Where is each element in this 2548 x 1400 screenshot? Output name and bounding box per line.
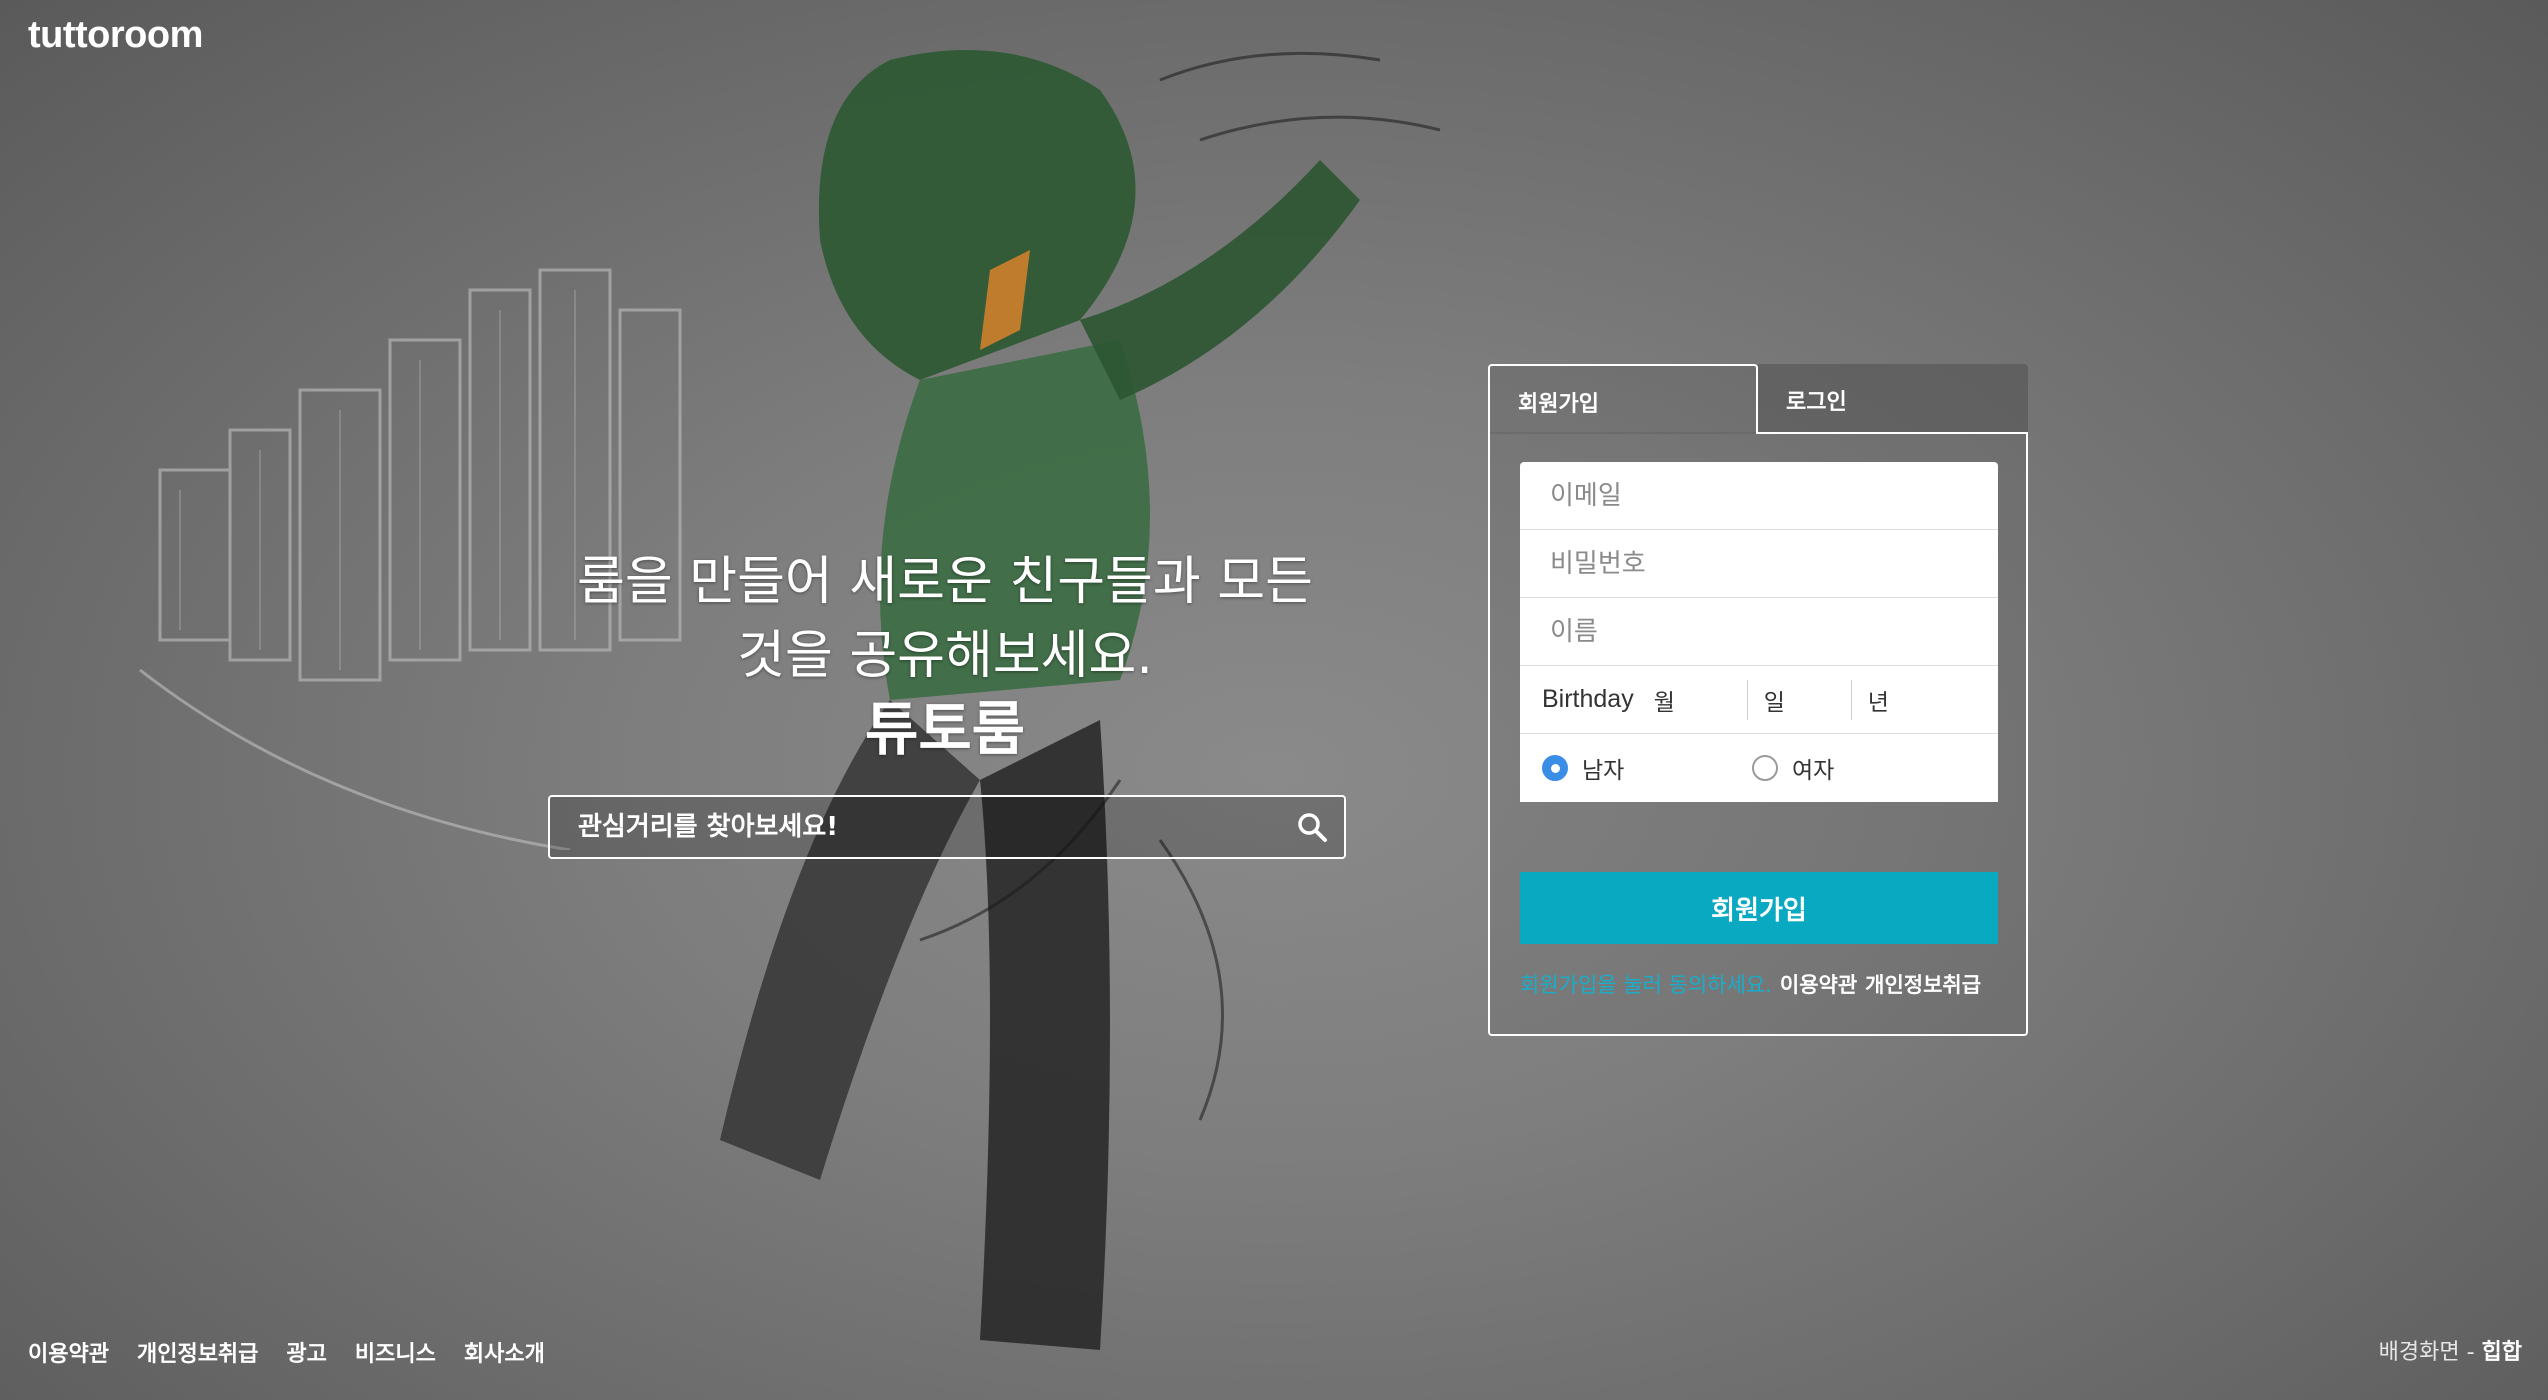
hero-headline-line-1: 룸을 만들어 새로운 친구들과 모든 (577, 552, 1313, 612)
password-field-row (1520, 530, 1998, 598)
name-field-row (1520, 598, 1998, 666)
tab-signup[interactable]: 회원가입 (1488, 364, 1758, 434)
hero-headline: 룸을 만들어 새로운 친구들과 모든 것을 공유해보세요. (540, 545, 1350, 693)
search-box (548, 795, 1346, 859)
email-field-row (1520, 462, 1998, 530)
tuttoroom-logo[interactable]: tuttoroom (28, 14, 203, 57)
birthday-month-label: 월 (1653, 689, 1675, 716)
hero-brand-name: 튜토룸 (864, 695, 1026, 763)
gender-female-label: 여자 (1792, 758, 1835, 784)
footer-links: 이용약관 개인정보취급 광고 비즈니스 회사소개 (28, 1336, 545, 1368)
terms-of-service-link[interactable]: 이용약관 (1780, 973, 1857, 997)
gender-male-radio[interactable] (1542, 755, 1568, 781)
page: tuttoroom 룸을 만들어 새로운 친구들과 모든 것을 공유해보세요. … (0, 0, 2548, 1400)
background-credit-value[interactable]: 힙합 (2482, 1340, 2522, 1365)
birthday-row: Birthday 월 일 년 (1520, 666, 1998, 734)
footer-link-business[interactable]: 비즈니스 (355, 1336, 436, 1368)
auth-tabs: 회원가입 로그인 (1488, 364, 2028, 434)
email-field[interactable] (1520, 462, 1998, 529)
terms-note: 회원가입을 눌러 동의하세요. (1520, 973, 1772, 997)
signup-submit-button[interactable]: 회원가입 (1520, 872, 1998, 944)
name-field[interactable] (1520, 598, 1998, 665)
birthday-month-select[interactable]: 월 (1634, 679, 1748, 720)
background-credit: 배경화면 - 힙합 (2379, 1334, 2522, 1366)
terms-notice: 회원가입을 눌러 동의하세요. 이용약관 개인정보취급 (1520, 968, 2000, 1002)
search-button[interactable] (1280, 797, 1344, 857)
birthday-year-label: 년 (1867, 689, 1889, 716)
hero-headline-line-2: 것을 공유해보세요. (737, 626, 1153, 686)
footer-link-about[interactable]: 회사소개 (464, 1336, 545, 1368)
signup-fields: Birthday 월 일 년 남자 (1520, 462, 1998, 802)
gender-female-option[interactable]: 여자 (1752, 751, 1834, 785)
privacy-policy-link[interactable]: 개인정보취급 (1865, 973, 1981, 997)
search-icon (1298, 813, 1327, 842)
password-field[interactable] (1520, 530, 1998, 597)
signup-form: Birthday 월 일 년 남자 (1488, 432, 2028, 1036)
gender-male-label: 남자 (1582, 758, 1625, 784)
footer-link-terms[interactable]: 이용약관 (28, 1336, 109, 1368)
auth-panel: 회원가입 로그인 Birthday 월 (1488, 364, 2028, 1036)
footer-link-ads[interactable]: 광고 (286, 1336, 326, 1368)
birthday-day-select[interactable]: 일 (1748, 679, 1852, 720)
birthday-year-select[interactable]: 년 (1852, 680, 1889, 720)
gender-row: 남자 여자 (1520, 734, 1998, 802)
gender-male-option[interactable]: 남자 (1542, 751, 1752, 785)
tab-login[interactable]: 로그인 (1758, 364, 2028, 434)
footer-link-privacy[interactable]: 개인정보취급 (137, 1336, 258, 1368)
hero: 룸을 만들어 새로운 친구들과 모든 것을 공유해보세요. 튜토룸 (540, 545, 1350, 769)
search-input[interactable] (550, 796, 1280, 858)
birthday-day-label: 일 (1763, 689, 1785, 716)
birthday-label: Birthday (1542, 685, 1634, 713)
gender-female-radio[interactable] (1752, 755, 1778, 781)
background-credit-label: 배경화면 - (2378, 1340, 2475, 1365)
